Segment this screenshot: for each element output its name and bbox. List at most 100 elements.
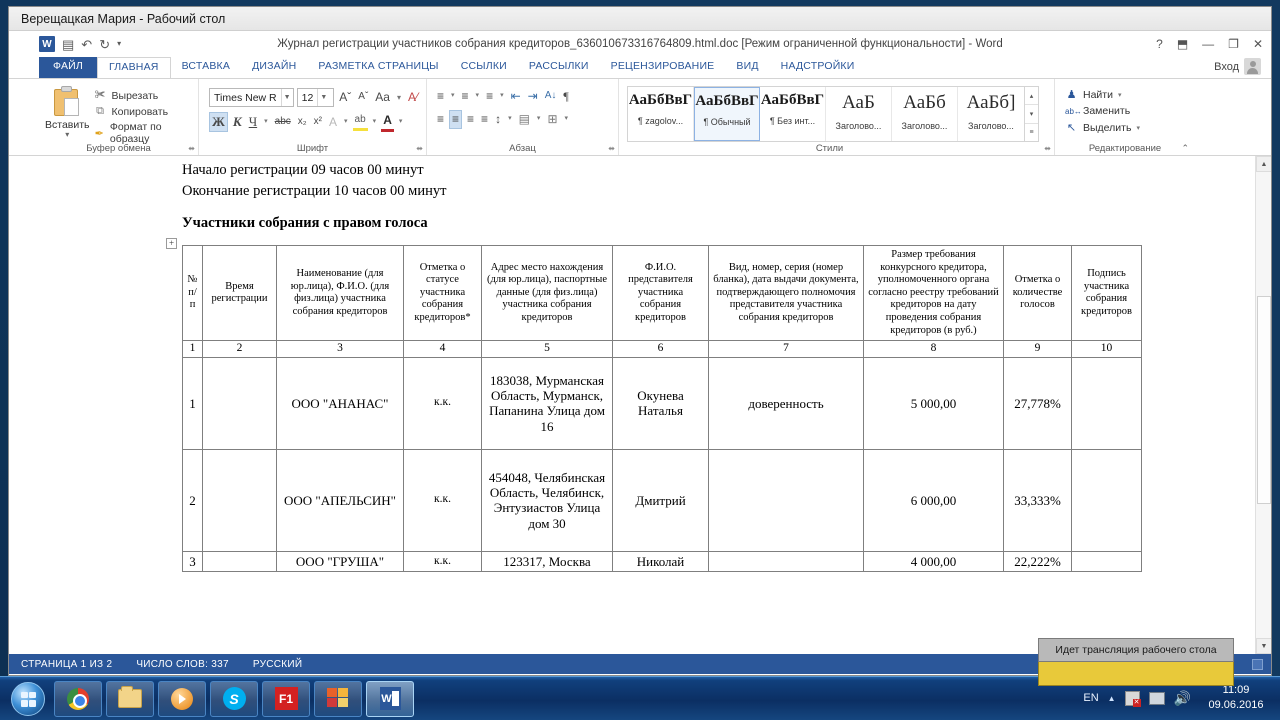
tab-review[interactable]: РЕЦЕНЗИРОВАНИЕ — [600, 57, 726, 78]
grow-font-icon[interactable]: Aˇ — [337, 89, 353, 106]
change-case-icon[interactable]: Aa — [373, 89, 392, 106]
taskbar-chrome[interactable] — [54, 680, 102, 717]
antivirus-icon[interactable]: ✕ — [1124, 690, 1141, 707]
tab-page-layout[interactable]: РАЗМЕТКА СТРАНИЦЫ — [307, 57, 449, 78]
replace-button[interactable]: ab↔ Заменить — [1065, 105, 1189, 117]
close-icon[interactable]: ✕ — [1253, 37, 1263, 51]
save-icon[interactable]: ▤ — [62, 38, 74, 51]
chevron-down-icon[interactable]: ▼ — [317, 89, 329, 106]
taskbar-f1[interactable]: F1 — [262, 680, 310, 717]
network-icon[interactable] — [1148, 691, 1165, 705]
align-center-icon[interactable]: ≡ — [449, 110, 463, 129]
signin-area[interactable]: Вход — [1214, 58, 1261, 75]
restore-icon[interactable]: ❐ — [1228, 37, 1239, 51]
chevron-down-icon[interactable]: ▼ — [280, 89, 293, 106]
superscript-button[interactable]: x² — [312, 115, 324, 130]
status-word-count[interactable]: ЧИСЛО СЛОВ: 337 — [136, 659, 229, 670]
tab-home[interactable]: ГЛАВНАЯ — [97, 57, 171, 78]
status-page[interactable]: СТРАНИЦА 1 ИЗ 2 — [21, 659, 112, 670]
language-indicator[interactable]: EN — [1083, 692, 1098, 704]
numbering-icon[interactable]: ≡ — [460, 88, 471, 105]
bold-button[interactable]: Ж — [209, 112, 228, 133]
styles-scroll-up-icon[interactable]: ▴ — [1025, 87, 1038, 106]
styles-scroll-down-icon[interactable]: ▾ — [1025, 105, 1038, 124]
tab-mailings[interactable]: РАССЫЛКИ — [518, 57, 600, 78]
vertical-scrollbar[interactable]: ▲ ▼ — [1255, 156, 1271, 654]
borders-icon[interactable]: ⊞ — [545, 111, 559, 128]
bullets-icon[interactable]: ≡ — [435, 88, 446, 105]
style-item-heading-2[interactable]: АаБб Заголово... — [892, 87, 958, 141]
style-item-no-spacing[interactable]: АаБбВвГ ¶ Без инт... — [760, 87, 826, 141]
taskbar-media-player[interactable] — [158, 680, 206, 717]
show-marks-icon[interactable]: ¶ — [561, 88, 570, 105]
taskbar-skype[interactable]: S — [210, 680, 258, 717]
styles-dialog-launcher[interactable]: ⬌ — [1044, 144, 1051, 153]
clear-formatting-icon[interactable]: A⁄ — [406, 89, 420, 106]
taskbar-windows-app[interactable] — [314, 680, 362, 717]
reading-view-icon[interactable] — [1252, 658, 1263, 670]
tab-addins[interactable]: НАДСТРОЙКИ — [770, 57, 866, 78]
shading-icon[interactable]: ▤ — [517, 111, 532, 128]
multilevel-list-icon[interactable]: ≡ — [484, 88, 495, 105]
format-painter-button[interactable]: ✒ Формат по образцу — [94, 121, 192, 145]
copy-button[interactable]: ⧉ Копировать — [94, 105, 192, 118]
increase-indent-icon[interactable]: ⇥ — [526, 88, 540, 105]
underline-button[interactable]: Ч — [247, 113, 259, 131]
clock[interactable]: 11:09 09.06.2016 — [1200, 683, 1272, 713]
scroll-up-icon[interactable]: ▲ — [1256, 156, 1271, 172]
ribbon-display-options-icon[interactable]: ⬒ — [1177, 37, 1188, 51]
paste-button[interactable]: Вставить ▾ — [45, 86, 90, 139]
styles-more-icon[interactable]: ≡ — [1025, 124, 1038, 141]
minimize-icon[interactable]: — — [1202, 37, 1214, 51]
clipboard-dialog-launcher[interactable]: ⬌ — [188, 144, 195, 153]
align-left-icon[interactable]: ≡ — [435, 111, 446, 128]
tab-insert[interactable]: ВСТАВКА — [171, 57, 241, 78]
style-item-heading-3[interactable]: АаБб] Заголово... — [958, 87, 1024, 141]
start-button[interactable] — [6, 679, 50, 719]
tab-references[interactable]: ССЫЛКИ — [450, 57, 518, 78]
table-move-handle[interactable]: + — [166, 238, 177, 250]
tab-view[interactable]: ВИД — [725, 57, 769, 78]
find-caret-icon[interactable]: ▾ — [1118, 91, 1122, 99]
shrink-font-icon[interactable]: Aˇ — [356, 90, 370, 105]
cut-button[interactable]: ✀ Вырезать — [94, 89, 192, 102]
taskbar-explorer[interactable] — [106, 680, 154, 717]
style-item-heading-1[interactable]: АаБ Заголово... — [826, 87, 892, 141]
help-icon[interactable]: ? — [1156, 37, 1163, 51]
select-button[interactable]: ↖ Выделить ▾ — [1065, 121, 1189, 135]
font-color-icon[interactable]: A — [381, 112, 394, 133]
show-hidden-icons-icon[interactable]: ▲ — [1108, 694, 1116, 703]
scrollbar-thumb[interactable] — [1257, 296, 1271, 504]
volume-icon[interactable]: 🔊 — [1174, 690, 1191, 707]
highlight-color-icon[interactable]: ab — [352, 113, 368, 131]
find-button[interactable]: ♟ Найти ▾ — [1065, 88, 1189, 102]
tab-file[interactable]: ФАЙЛ — [39, 57, 97, 78]
decrease-indent-icon[interactable]: ⇤ — [509, 88, 523, 105]
font-dialog-launcher[interactable]: ⬌ — [416, 144, 423, 153]
align-right-icon[interactable]: ≡ — [465, 111, 476, 128]
strikethrough-button[interactable]: abc — [273, 115, 293, 130]
redo-icon[interactable]: ↻ — [99, 38, 110, 51]
taskbar-word[interactable]: W — [366, 680, 414, 717]
line-spacing-icon[interactable]: ↕ — [493, 111, 503, 128]
scroll-down-icon[interactable]: ▼ — [1256, 638, 1271, 654]
font-size-combo[interactable]: 12 ▼ — [296, 88, 335, 107]
justify-icon[interactable]: ≡ — [479, 111, 490, 128]
style-item-zagolovok[interactable]: АаБбВвГ ¶ zagolov... — [628, 87, 694, 141]
undo-icon[interactable]: ↶ — [81, 38, 92, 51]
word-icon[interactable]: W — [39, 36, 55, 52]
tab-design[interactable]: ДИЗАЙН — [241, 57, 307, 78]
italic-button[interactable]: К — [231, 113, 244, 131]
style-item-normal[interactable]: АаБбВвГ ¶ Обычный — [694, 87, 760, 141]
customize-qat-icon[interactable]: ▾ — [117, 40, 121, 48]
text-effects-icon[interactable]: A — [327, 114, 339, 131]
broadcast-notification[interactable]: Идет трансляция рабочего стола — [1038, 638, 1234, 662]
subscript-button[interactable]: x₂ — [296, 115, 309, 130]
user-avatar-icon[interactable] — [1244, 58, 1261, 75]
font-name-combo[interactable]: Times New R ▼ — [209, 88, 294, 107]
collapse-ribbon-icon[interactable]: ⌃ — [1181, 143, 1189, 154]
paragraph-dialog-launcher[interactable]: ⬌ — [608, 144, 615, 153]
status-language[interactable]: РУССКИЙ — [253, 659, 303, 670]
paste-caret-icon[interactable]: ▾ — [45, 130, 90, 138]
sort-icon[interactable]: A↓ — [543, 89, 559, 104]
